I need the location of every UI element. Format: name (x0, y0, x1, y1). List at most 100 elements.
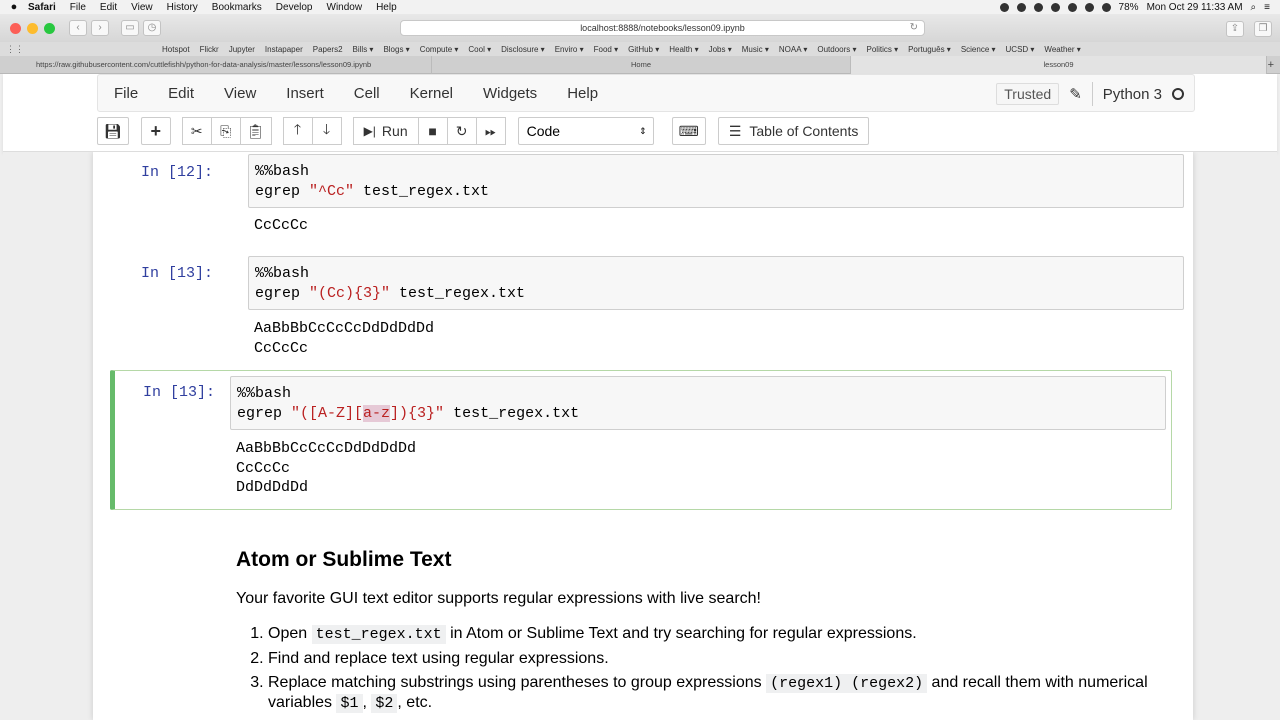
notebook-area: In [12]: %%bash egrep "^Cc" test_regex.t… (3, 152, 1277, 720)
insert-cell-button[interactable]: + (140, 117, 171, 145)
code-cmd: egrep (237, 404, 292, 422)
bookmark-item[interactable]: Flickr (200, 45, 219, 54)
bookmark-item[interactable]: NOAA ▾ (779, 45, 807, 54)
status-icon[interactable] (1050, 2, 1060, 12)
tab-home[interactable]: Home (432, 56, 851, 74)
forward-button[interactable]: › (91, 20, 109, 36)
app-menu-safari[interactable]: Safari (28, 2, 56, 13)
jp-menu-file[interactable]: File (98, 85, 153, 102)
code-input[interactable]: %%bash egrep "^Cc" test_regex.txt (248, 154, 1184, 208)
menu-window[interactable]: Window (327, 2, 363, 13)
jp-menu-help[interactable]: Help (552, 85, 613, 102)
address-bar[interactable]: localhost:8888/notebooks/lesson09.ipynb … (400, 20, 925, 36)
jp-menu-kernel[interactable]: Kernel (395, 85, 468, 102)
copy-icon[interactable]: ⎘ (210, 117, 241, 145)
bookmark-item[interactable]: Jupyter (229, 45, 255, 54)
bookmark-item[interactable]: Português ▾ (908, 45, 951, 54)
menu-list-icon[interactable]: ≡ (1264, 2, 1270, 13)
bookmark-item[interactable]: Disclosure ▾ (501, 45, 545, 54)
menu-edit[interactable]: Edit (100, 2, 117, 13)
bookmark-item[interactable]: Hotspot (162, 45, 190, 54)
bookmark-item[interactable]: Instapaper (265, 45, 303, 54)
volume-icon[interactable] (1101, 2, 1111, 12)
tab-overview-button[interactable]: ❐ (1254, 21, 1272, 37)
cut-icon[interactable]: ✂ (181, 117, 212, 145)
menu-develop[interactable]: Develop (276, 2, 313, 13)
menu-file[interactable]: File (70, 2, 86, 13)
close-window-icon[interactable] (10, 22, 21, 34)
jp-menu-widgets[interactable]: Widgets (468, 85, 552, 102)
jp-menu-insert[interactable]: Insert (271, 85, 339, 102)
new-tab-button[interactable]: + (1267, 56, 1280, 74)
jp-menu-cell[interactable]: Cell (339, 85, 395, 102)
save-button[interactable]: 💾︎ (97, 117, 129, 145)
menu-help[interactable]: Help (376, 2, 397, 13)
jp-menu-view[interactable]: View (209, 85, 271, 102)
cell-type-value: Code (526, 123, 561, 139)
grid-icon[interactable]: ⋮⋮ (0, 44, 30, 55)
back-button[interactable]: ‹ (69, 20, 87, 36)
bookmark-item[interactable]: Bills ▾ (353, 45, 374, 54)
inline-code: $2 (371, 694, 398, 713)
kernel-idle-icon (1172, 88, 1184, 100)
tab-lesson09[interactable]: lesson09 (851, 56, 1267, 74)
menu-history[interactable]: History (167, 2, 198, 13)
bookmark-item[interactable]: Food ▾ (594, 45, 618, 54)
bookmark-item[interactable]: GitHub ▾ (628, 45, 659, 54)
markdown-cell[interactable]: Atom or Sublime Text Your favorite GUI t… (236, 548, 1156, 718)
bookmark-item[interactable]: Enviro ▾ (555, 45, 584, 54)
bookmark-item[interactable]: Health ▾ (669, 45, 698, 54)
fast-forward-icon[interactable]: ⏩︎ (475, 117, 506, 145)
move-down-icon[interactable]: 🡓 (311, 117, 342, 145)
jp-menu-edit[interactable]: Edit (153, 85, 209, 102)
menu-view[interactable]: View (131, 2, 153, 13)
toc-button[interactable]: ☰ Table of Contents (717, 117, 870, 145)
code-cell[interactable]: In [12]: %%bash egrep "^Cc" test_regex.t… (111, 152, 1184, 242)
tab-raw-github[interactable]: https://raw.githubusercontent.com/cuttle… (0, 56, 432, 74)
bookmark-item[interactable]: Music ▾ (742, 45, 769, 54)
run-button[interactable]: ▶︎| Run (352, 117, 419, 145)
spotlight-icon[interactable]: ⌕ (1251, 2, 1257, 13)
cell-type-select[interactable]: Code ⇕ (517, 117, 654, 145)
history-button[interactable]: ◷ (143, 20, 161, 36)
minimize-window-icon[interactable] (27, 22, 38, 34)
bookmark-item[interactable]: Outdoors ▾ (817, 45, 856, 54)
code-cell[interactable]: In [13]: %%bash egrep "(Cc){3}" test_reg… (111, 254, 1184, 364)
apple-menu-icon[interactable]: ● (0, 1, 28, 13)
code-input[interactable]: %%bash egrep "([A-Z][a-z]){3}" test_rege… (230, 376, 1166, 430)
interrupt-icon[interactable]: ■ (417, 117, 448, 145)
status-icon[interactable] (1067, 2, 1077, 12)
zoom-window-icon[interactable] (44, 22, 55, 34)
wifi-icon[interactable] (1084, 2, 1094, 12)
bookmark-item[interactable]: Jobs ▾ (709, 45, 732, 54)
bookmark-item[interactable]: Cool ▾ (468, 45, 491, 54)
bookmark-item[interactable]: Science ▾ (961, 45, 996, 54)
bookmark-item[interactable]: Weather ▾ (1044, 45, 1080, 54)
selected-code-cell[interactable]: In [13]: %%bash egrep "([A-Z][a-z]){3}" … (110, 370, 1172, 510)
share-button[interactable]: ⇪ (1226, 21, 1244, 37)
trusted-badge[interactable]: Trusted (996, 83, 1060, 105)
divider (1091, 82, 1093, 106)
bookmark-item[interactable]: Blogs ▾ (383, 45, 409, 54)
edit-pencil-icon[interactable]: ✎ (1069, 85, 1082, 103)
address-text: localhost:8888/notebooks/lesson09.ipynb (580, 23, 745, 33)
paste-icon[interactable]: 📋︎ (239, 117, 272, 145)
keyboard-icon[interactable]: ⌨ (671, 117, 706, 145)
battery-percent[interactable]: 78% (1119, 2, 1139, 13)
clock[interactable]: Mon Oct 29 11:33 AM (1147, 2, 1243, 13)
code-input[interactable]: %%bash egrep "(Cc){3}" test_regex.txt (248, 256, 1184, 310)
output-line: AaBbBbCcCcCcDdDdDdDd (236, 440, 417, 457)
status-icon[interactable] (1033, 2, 1043, 12)
move-up-icon[interactable]: 🡑 (282, 117, 313, 145)
restart-icon[interactable]: ↻ (446, 117, 477, 145)
bookmark-item[interactable]: Politics ▾ (867, 45, 899, 54)
kernel-name[interactable]: Python 3 (1103, 86, 1162, 103)
status-icon[interactable] (1016, 2, 1026, 12)
bookmark-item[interactable]: Papers2 (313, 45, 343, 54)
sidebar-button[interactable]: ▭ (121, 20, 139, 36)
bookmark-item[interactable]: Compute ▾ (420, 45, 459, 54)
reload-icon[interactable]: ↻ (910, 21, 918, 35)
bookmark-item[interactable]: UCSD ▾ (1006, 45, 1035, 54)
menu-bookmarks[interactable]: Bookmarks (212, 2, 262, 13)
status-icon[interactable] (999, 2, 1009, 12)
